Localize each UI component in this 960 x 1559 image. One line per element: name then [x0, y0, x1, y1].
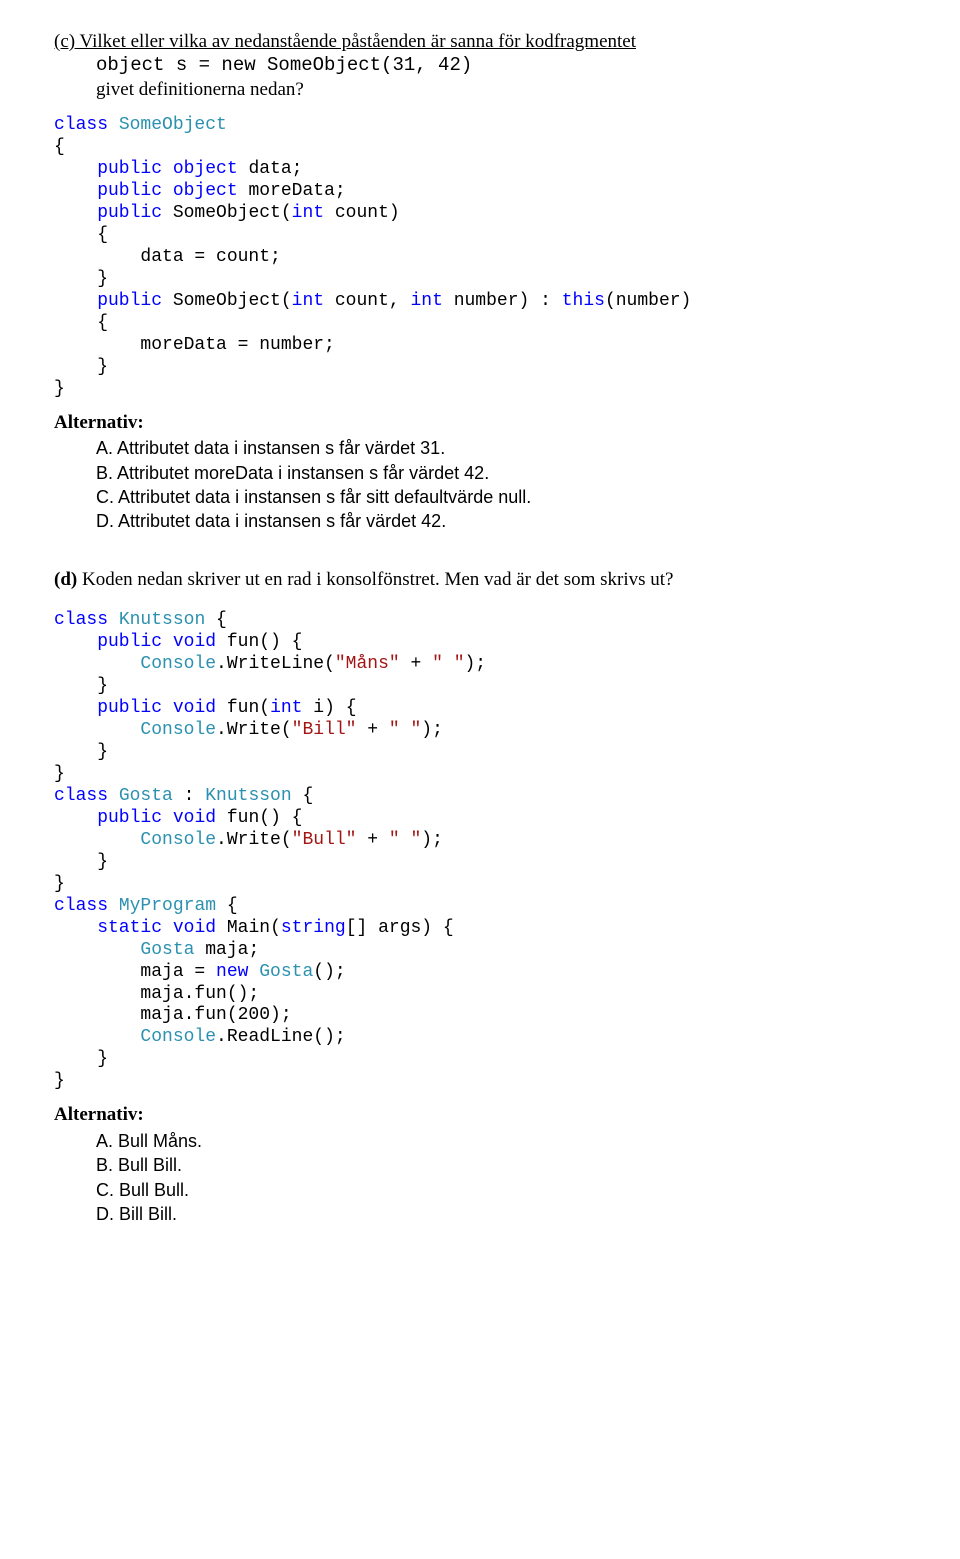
qc-alt-B: B. Attributet moreData i instansen s får… — [96, 461, 920, 485]
qd-alt-heading: Alternativ: — [54, 1103, 920, 1127]
qd-code-block: class Knutsson { public void fun() { Con… — [54, 610, 920, 1093]
qd-label: (d) — [54, 569, 77, 590]
qc-alt-C: C. Attributet data i instansen s får sit… — [96, 485, 920, 509]
qc-alt-D: D. Attributet data i instansen s får vär… — [96, 509, 920, 533]
qd-intro: (d) Koden nedan skriver ut en rad i kons… — [54, 568, 920, 592]
qd-alt-A: A. Bull Måns. — [96, 1129, 920, 1153]
qc-intro-line1: (c) Vilket eller vilka av nedanstående p… — [54, 30, 920, 54]
qc-alt-A: A. Attributet data i instansen s får vär… — [96, 436, 920, 460]
qd-alt-B: B. Bull Bill. — [96, 1153, 920, 1177]
qc-code-block: class SomeObject { public object data; p… — [54, 115, 920, 400]
qd-alt-list: A. Bull Måns. B. Bull Bill. C. Bull Bull… — [54, 1129, 920, 1226]
qd-alt-C: C. Bull Bull. — [96, 1178, 920, 1202]
qc-label: (c) Vilket eller vilka av nedanstående p… — [54, 31, 636, 52]
qc-alt-heading: Alternativ: — [54, 411, 920, 435]
qc-code-inline: object s = new SomeObject(31, 42) — [54, 54, 920, 78]
qc-alt-list: A. Attributet data i instansen s får vär… — [54, 436, 920, 533]
qd-alt-D: D. Bill Bill. — [96, 1202, 920, 1226]
qc-given-line: givet definitionerna nedan? — [54, 78, 920, 102]
